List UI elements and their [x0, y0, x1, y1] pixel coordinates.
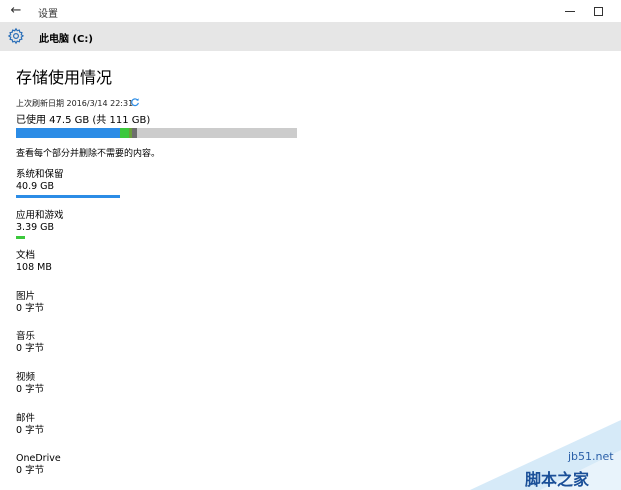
category-size: 0 字节 — [16, 343, 45, 354]
category-item[interactable]: 系统和保留 40.9 GB — [16, 169, 216, 198]
storage-segment-0 — [16, 128, 120, 138]
title-bar: ← 设置 — [0, 0, 621, 23]
page-header: 此电脑 (C:) — [0, 22, 621, 51]
page-title: 存储使用情况 — [16, 68, 113, 87]
minimize-icon[interactable] — [560, 2, 580, 20]
category-item[interactable]: 图片 0 字节 — [16, 291, 216, 315]
maximize-icon[interactable] — [588, 2, 608, 20]
category-name: 图片 — [16, 291, 36, 302]
category-item[interactable]: 文档 108 MB — [16, 250, 216, 274]
window-title: 设置 — [38, 9, 58, 20]
category-size: 0 字节 — [16, 425, 45, 436]
category-name: 音乐 — [16, 331, 36, 342]
category-name: OneDrive — [16, 453, 61, 464]
category-size: 0 字节 — [16, 465, 45, 476]
category-usage-bar — [16, 236, 25, 239]
category-size: 40.9 GB — [16, 181, 55, 192]
category-size: 0 字节 — [16, 384, 45, 395]
used-summary: 已使用 47.5 GB (共 111 GB) — [16, 115, 151, 126]
description-text: 查看每个部分并删除不需要的内容。 — [16, 149, 161, 159]
category-item[interactable]: OneDrive 0 字节 — [16, 453, 216, 477]
category-name: 邮件 — [16, 413, 36, 424]
storage-segment-1 — [120, 128, 129, 138]
category-name: 文档 — [16, 250, 36, 261]
category-item[interactable]: 应用和游戏 3.39 GB — [16, 210, 216, 239]
category-item[interactable]: 视频 0 字节 — [16, 372, 216, 396]
category-usage-bar — [16, 195, 120, 198]
storage-content: 存储使用情况 上次刷新日期 2016/3/14 22:31 已使用 47.5 G… — [0, 51, 621, 490]
drive-label: 此电脑 (C:) — [39, 34, 93, 45]
category-size: 0 字节 — [16, 303, 45, 314]
category-item[interactable]: 邮件 0 字节 — [16, 413, 216, 437]
storage-usage-bar — [16, 128, 297, 138]
category-size: 108 MB — [16, 262, 52, 273]
back-arrow-icon[interactable]: ← — [8, 3, 24, 19]
category-item[interactable]: 音乐 0 字节 — [16, 331, 216, 355]
category-name: 视频 — [16, 372, 36, 383]
last-refresh-text: 上次刷新日期 2016/3/14 22:31 — [16, 99, 134, 108]
gear-icon — [7, 27, 25, 45]
category-name: 系统和保留 — [16, 169, 64, 180]
category-name: 应用和游戏 — [16, 210, 64, 221]
storage-segment-3 — [132, 128, 137, 138]
refresh-icon[interactable] — [130, 97, 140, 107]
category-size: 3.39 GB — [16, 222, 55, 233]
